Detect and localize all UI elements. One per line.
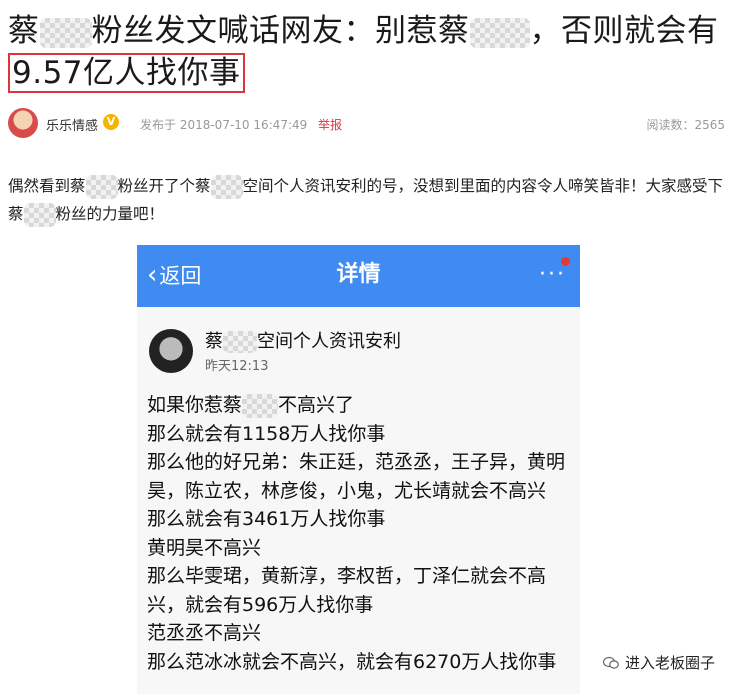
author-name[interactable]: 乐乐情感 xyxy=(46,115,98,134)
verified-badge-icon: V xyxy=(103,114,119,130)
intro-text: 粉丝开了个蔡 xyxy=(117,177,211,195)
post-line: 范丞丞不高兴 xyxy=(147,622,262,644)
censor-blur xyxy=(85,174,118,199)
embedded-screenshot: ‹返回 详情 ··· 蔡 空间个人资讯安利 昨天12:13 如果你惹蔡 不高兴了 那… xyxy=(137,245,580,694)
poster-name[interactable]: 蔡 空间个人资讯安利 xyxy=(205,327,401,353)
censor-blur xyxy=(242,393,279,418)
notification-dot xyxy=(561,257,570,266)
intro-text: 粉丝的力量吧！ xyxy=(55,205,165,223)
article-title: 蔡 粉丝发文喊话网友：别惹蔡 ，否则就会有 9.57亿人找你事 xyxy=(8,10,733,94)
censor-blur xyxy=(39,17,92,48)
intro-text: 偶然看到蔡 xyxy=(8,177,86,195)
post-line: 黄明昊不高兴 xyxy=(147,536,262,559)
post-line: 如果你惹蔡 不高兴了 xyxy=(147,393,355,418)
poster-name-text: 蔡 xyxy=(205,331,223,352)
post-body: 如果你惹蔡 不高兴了 那么就会有1158万人找你事 那么他的好兄弟：朱正廷，范丞丞… xyxy=(147,391,572,676)
article-intro: 偶然看到蔡 粉丝开了个蔡 空间个人资讯安利的号，没想到里面的内容令人啼笑皆非！大家感… xyxy=(8,172,728,228)
censor-blur xyxy=(210,174,243,199)
nav-title: 详情 xyxy=(336,262,381,287)
post-timestamp: 发布于 2018-07-10 16:47:49 xyxy=(140,118,308,132)
view-count: 阅读数：2565 xyxy=(646,118,725,132)
poster-avatar[interactable] xyxy=(149,329,193,373)
watermark-text: 进入老板圈子 xyxy=(624,654,715,672)
author-avatar[interactable] xyxy=(8,108,38,138)
app-nav-bar: ‹返回 详情 ··· xyxy=(137,245,580,307)
post-time: 昨天12:13 xyxy=(205,359,269,374)
title-highlight: 9.57亿人找你事 xyxy=(8,53,245,93)
censor-blur xyxy=(469,17,530,48)
post-line: 那么就会有3461万人找你事 xyxy=(147,508,386,530)
post-line: 那么毕雯珺，黄新淳，李权哲，丁泽仁就会不高兴，就会有596万人找你事 xyxy=(147,565,547,616)
poster-name-text: 空间个人资讯安利 xyxy=(257,331,401,352)
wechat-icon xyxy=(602,656,619,669)
article-meta: 乐乐情感 V 发布于 2018-07-10 16:47:49 举报 阅读数：25… xyxy=(8,108,733,138)
post-line: 那么范冰冰就会不高兴，就会有6270万人找你事 xyxy=(147,650,557,673)
post-line: 那么就会有1158万人找你事 xyxy=(147,422,386,445)
report-link[interactable]: 举报 xyxy=(318,116,342,133)
watermark: 进入老板圈子 xyxy=(598,650,719,675)
title-text: 粉丝发文喊话网友：别惹蔡 xyxy=(91,13,470,49)
post-line: 那么他的好兄弟：朱正廷，范丞丞，王子异，黄明昊，陈立农，林彦俊，小鬼，尤长靖就会… xyxy=(147,451,566,502)
censor-blur xyxy=(223,331,257,353)
title-text: 蔡 xyxy=(8,13,40,49)
title-text: ，否则就会有 xyxy=(529,13,719,49)
censor-blur xyxy=(23,202,56,227)
